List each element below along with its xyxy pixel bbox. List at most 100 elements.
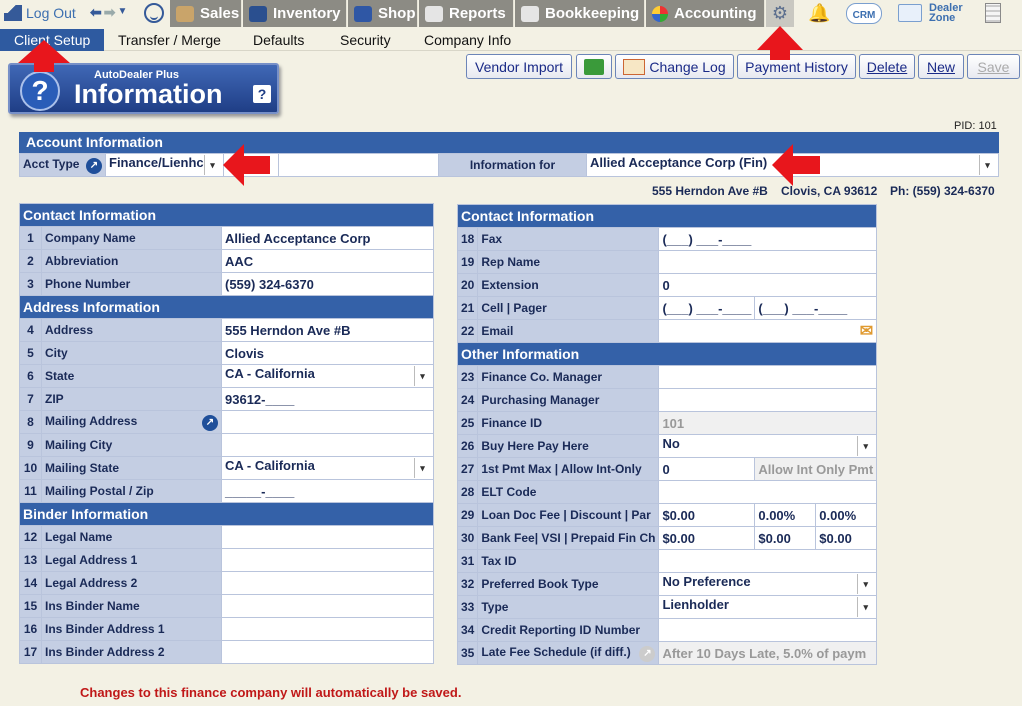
info-for-select[interactable]: Allied Acceptance Corp (Fin) ▾ bbox=[586, 153, 999, 177]
link-arrow-icon[interactable]: ↗ bbox=[202, 414, 218, 431]
phone-number-field[interactable]: (559) 324-6370 bbox=[221, 272, 434, 296]
ins-binder-address-2-field[interactable] bbox=[221, 640, 434, 664]
subnav-transfer-merge[interactable]: Transfer / Merge bbox=[118, 29, 221, 51]
mailing-address-field[interactable] bbox=[221, 410, 434, 434]
mailing-state-label: Mailing State bbox=[45, 461, 120, 475]
preferred-book-type-field[interactable]: No Preference ▾ bbox=[658, 572, 878, 596]
chevron-down-icon[interactable]: ▼ bbox=[117, 4, 127, 21]
type-field[interactable]: Lienholder ▾ bbox=[658, 595, 878, 619]
envelope-icon[interactable]: ✉ bbox=[860, 321, 873, 341]
bank-fee-vsi-prepaid-fin-ch-field-1[interactable]: $0.00 bbox=[658, 526, 756, 550]
tab-accounting[interactable]: Accounting bbox=[646, 0, 765, 27]
contact-info-header: Contact Information bbox=[19, 203, 434, 227]
vendor-import-button[interactable]: Vendor Import bbox=[466, 54, 572, 79]
dropdown-arrow-icon[interactable]: ▾ bbox=[204, 155, 220, 175]
calculator-icon[interactable] bbox=[985, 3, 1001, 23]
gear-icon[interactable]: ⚙ bbox=[766, 0, 794, 27]
zip-field[interactable]: 93612-____ bbox=[221, 387, 434, 411]
change-log-button[interactable]: Change Log bbox=[615, 54, 734, 79]
row-number: 14 bbox=[19, 571, 42, 595]
tax-id-field[interactable] bbox=[658, 549, 878, 573]
delete-button[interactable]: Delete bbox=[859, 54, 915, 79]
acct-type-select[interactable]: Finance/Lienhc ▾ bbox=[105, 153, 224, 177]
1st-pmt-max-allow-int-only-field-2[interactable]: Allow Int Only Pmt bbox=[754, 457, 878, 481]
tab-shop[interactable]: Shop bbox=[348, 0, 418, 27]
back-arrow-icon[interactable]: ⬅ bbox=[90, 4, 102, 21]
cell-pager-field-2[interactable]: (___) ___-____ bbox=[754, 296, 878, 320]
link-arrow-icon[interactable]: ↗ bbox=[639, 645, 656, 662]
cell-pager-field-1[interactable]: (___) ___-____ bbox=[658, 296, 756, 320]
table-row: 24 Purchasing Manager bbox=[456, 388, 878, 412]
tab-bookkeeping[interactable]: Bookkeeping bbox=[515, 0, 645, 27]
page-title-banner: ? AutoDealer Plus Information ? bbox=[8, 63, 279, 114]
payment-history-button[interactable]: Payment History bbox=[737, 54, 856, 79]
dropdown-arrow-icon[interactable]: ▾ bbox=[857, 574, 873, 594]
top-nav: Log Out ⬅ ➡ ▼ Sales Inventory Shop Repor… bbox=[0, 0, 1022, 28]
mailing-state-field[interactable]: CA - California ▾ bbox=[221, 456, 434, 480]
dropdown-arrow-icon[interactable]: ▾ bbox=[857, 597, 873, 617]
dropdown-arrow-icon[interactable]: ▾ bbox=[857, 436, 873, 456]
dropdown-arrow-icon[interactable]: ▾ bbox=[414, 366, 430, 386]
dropdown-arrow-icon[interactable]: ▾ bbox=[414, 458, 430, 478]
tab-inventory[interactable]: Inventory bbox=[243, 0, 347, 27]
credit-reporting-id-number-field[interactable] bbox=[658, 618, 878, 642]
dropdown-arrow-icon[interactable]: ▾ bbox=[979, 155, 995, 175]
loan-doc-fee-discount-par-field-1[interactable]: $0.00 bbox=[658, 503, 756, 527]
new-button[interactable]: New bbox=[918, 54, 964, 79]
purchasing-manager-field[interactable] bbox=[658, 388, 878, 412]
mailing-postal-zip-field[interactable]: _____-____ bbox=[221, 479, 434, 503]
email-field[interactable]: ✉ bbox=[658, 319, 878, 343]
subnav-company-info[interactable]: Company Info bbox=[424, 29, 511, 51]
row-number: 4 bbox=[19, 318, 42, 342]
dealer-zone-link[interactable]: Dealer Zone bbox=[929, 3, 969, 24]
state-field[interactable]: CA - California ▾ bbox=[221, 364, 434, 388]
legal-address-2-field[interactable] bbox=[221, 571, 434, 595]
export-button[interactable] bbox=[576, 54, 612, 79]
smiley-icon[interactable] bbox=[144, 3, 164, 23]
subnav-security[interactable]: Security bbox=[340, 29, 391, 51]
bank-fee-vsi-prepaid-fin-ch-field-2[interactable]: $0.00 bbox=[754, 526, 817, 550]
link-arrow-icon[interactable]: ↗ bbox=[86, 157, 102, 174]
loan-doc-fee-discount-par-field-2[interactable]: 0.00% bbox=[754, 503, 817, 527]
address-label: Address bbox=[45, 323, 94, 337]
save-button[interactable]: Save bbox=[967, 54, 1020, 79]
legal-name-field[interactable] bbox=[221, 525, 434, 549]
mailing-city-field[interactable] bbox=[221, 433, 434, 457]
table-row: 11 Mailing Postal / Zip _____-____ bbox=[19, 479, 434, 503]
crm-button[interactable]: CRM bbox=[846, 3, 882, 24]
tab-sales[interactable]: Sales bbox=[170, 0, 242, 27]
acct-blank-field[interactable] bbox=[278, 153, 439, 177]
rep-name-field[interactable] bbox=[658, 250, 878, 274]
forward-arrow-icon[interactable]: ➡ bbox=[104, 4, 116, 21]
mailing-state-value: CA - California bbox=[225, 458, 315, 473]
acct-sub-field[interactable]: n bbox=[223, 153, 279, 177]
1st-pmt-max-allow-int-only-field-1[interactable]: 0 bbox=[658, 457, 756, 481]
dealer-zone-icon[interactable] bbox=[898, 4, 922, 22]
extension-field[interactable]: 0 bbox=[658, 273, 878, 297]
other-info-header: Other Information bbox=[456, 342, 878, 366]
fax-field[interactable]: (___) ___-____ bbox=[658, 227, 878, 251]
subnav-defaults[interactable]: Defaults bbox=[253, 29, 304, 51]
logout-link[interactable]: Log Out bbox=[4, 3, 76, 23]
bell-icon[interactable]: 🔔 bbox=[808, 3, 830, 24]
bank-fee-vsi-prepaid-fin-ch-field-3[interactable]: $0.00 bbox=[815, 526, 878, 550]
abbreviation-field[interactable]: AAC bbox=[221, 249, 434, 273]
help-icon[interactable]: ? bbox=[253, 85, 271, 103]
buy-here-pay-here-value: No bbox=[662, 436, 680, 451]
car-icon bbox=[249, 5, 267, 22]
finance-co-manager-field[interactable] bbox=[658, 365, 878, 389]
loan-doc-fee-discount-par-field-3[interactable]: 0.00% bbox=[815, 503, 878, 527]
legal-address-1-field[interactable] bbox=[221, 548, 434, 572]
legal-address-2-label: Legal Address 2 bbox=[45, 576, 138, 590]
city-field[interactable]: Clovis bbox=[221, 341, 434, 365]
subnav-client-setup[interactable]: Client Setup bbox=[0, 29, 105, 51]
tab-reports[interactable]: Reports bbox=[419, 0, 514, 27]
ins-binder-address-1-field[interactable] bbox=[221, 617, 434, 641]
buy-here-pay-here-field[interactable]: No ▾ bbox=[658, 434, 878, 458]
company-name-field[interactable]: Allied Acceptance Corp bbox=[221, 226, 434, 250]
address-field[interactable]: 555 Herndon Ave #B bbox=[221, 318, 434, 342]
table-row: 6 State CA - California ▾ bbox=[19, 364, 434, 388]
ins-binder-name-field[interactable] bbox=[221, 594, 434, 618]
history-nav[interactable]: ⬅ ➡ ▼ bbox=[90, 4, 127, 21]
elt-code-field[interactable] bbox=[658, 480, 878, 504]
